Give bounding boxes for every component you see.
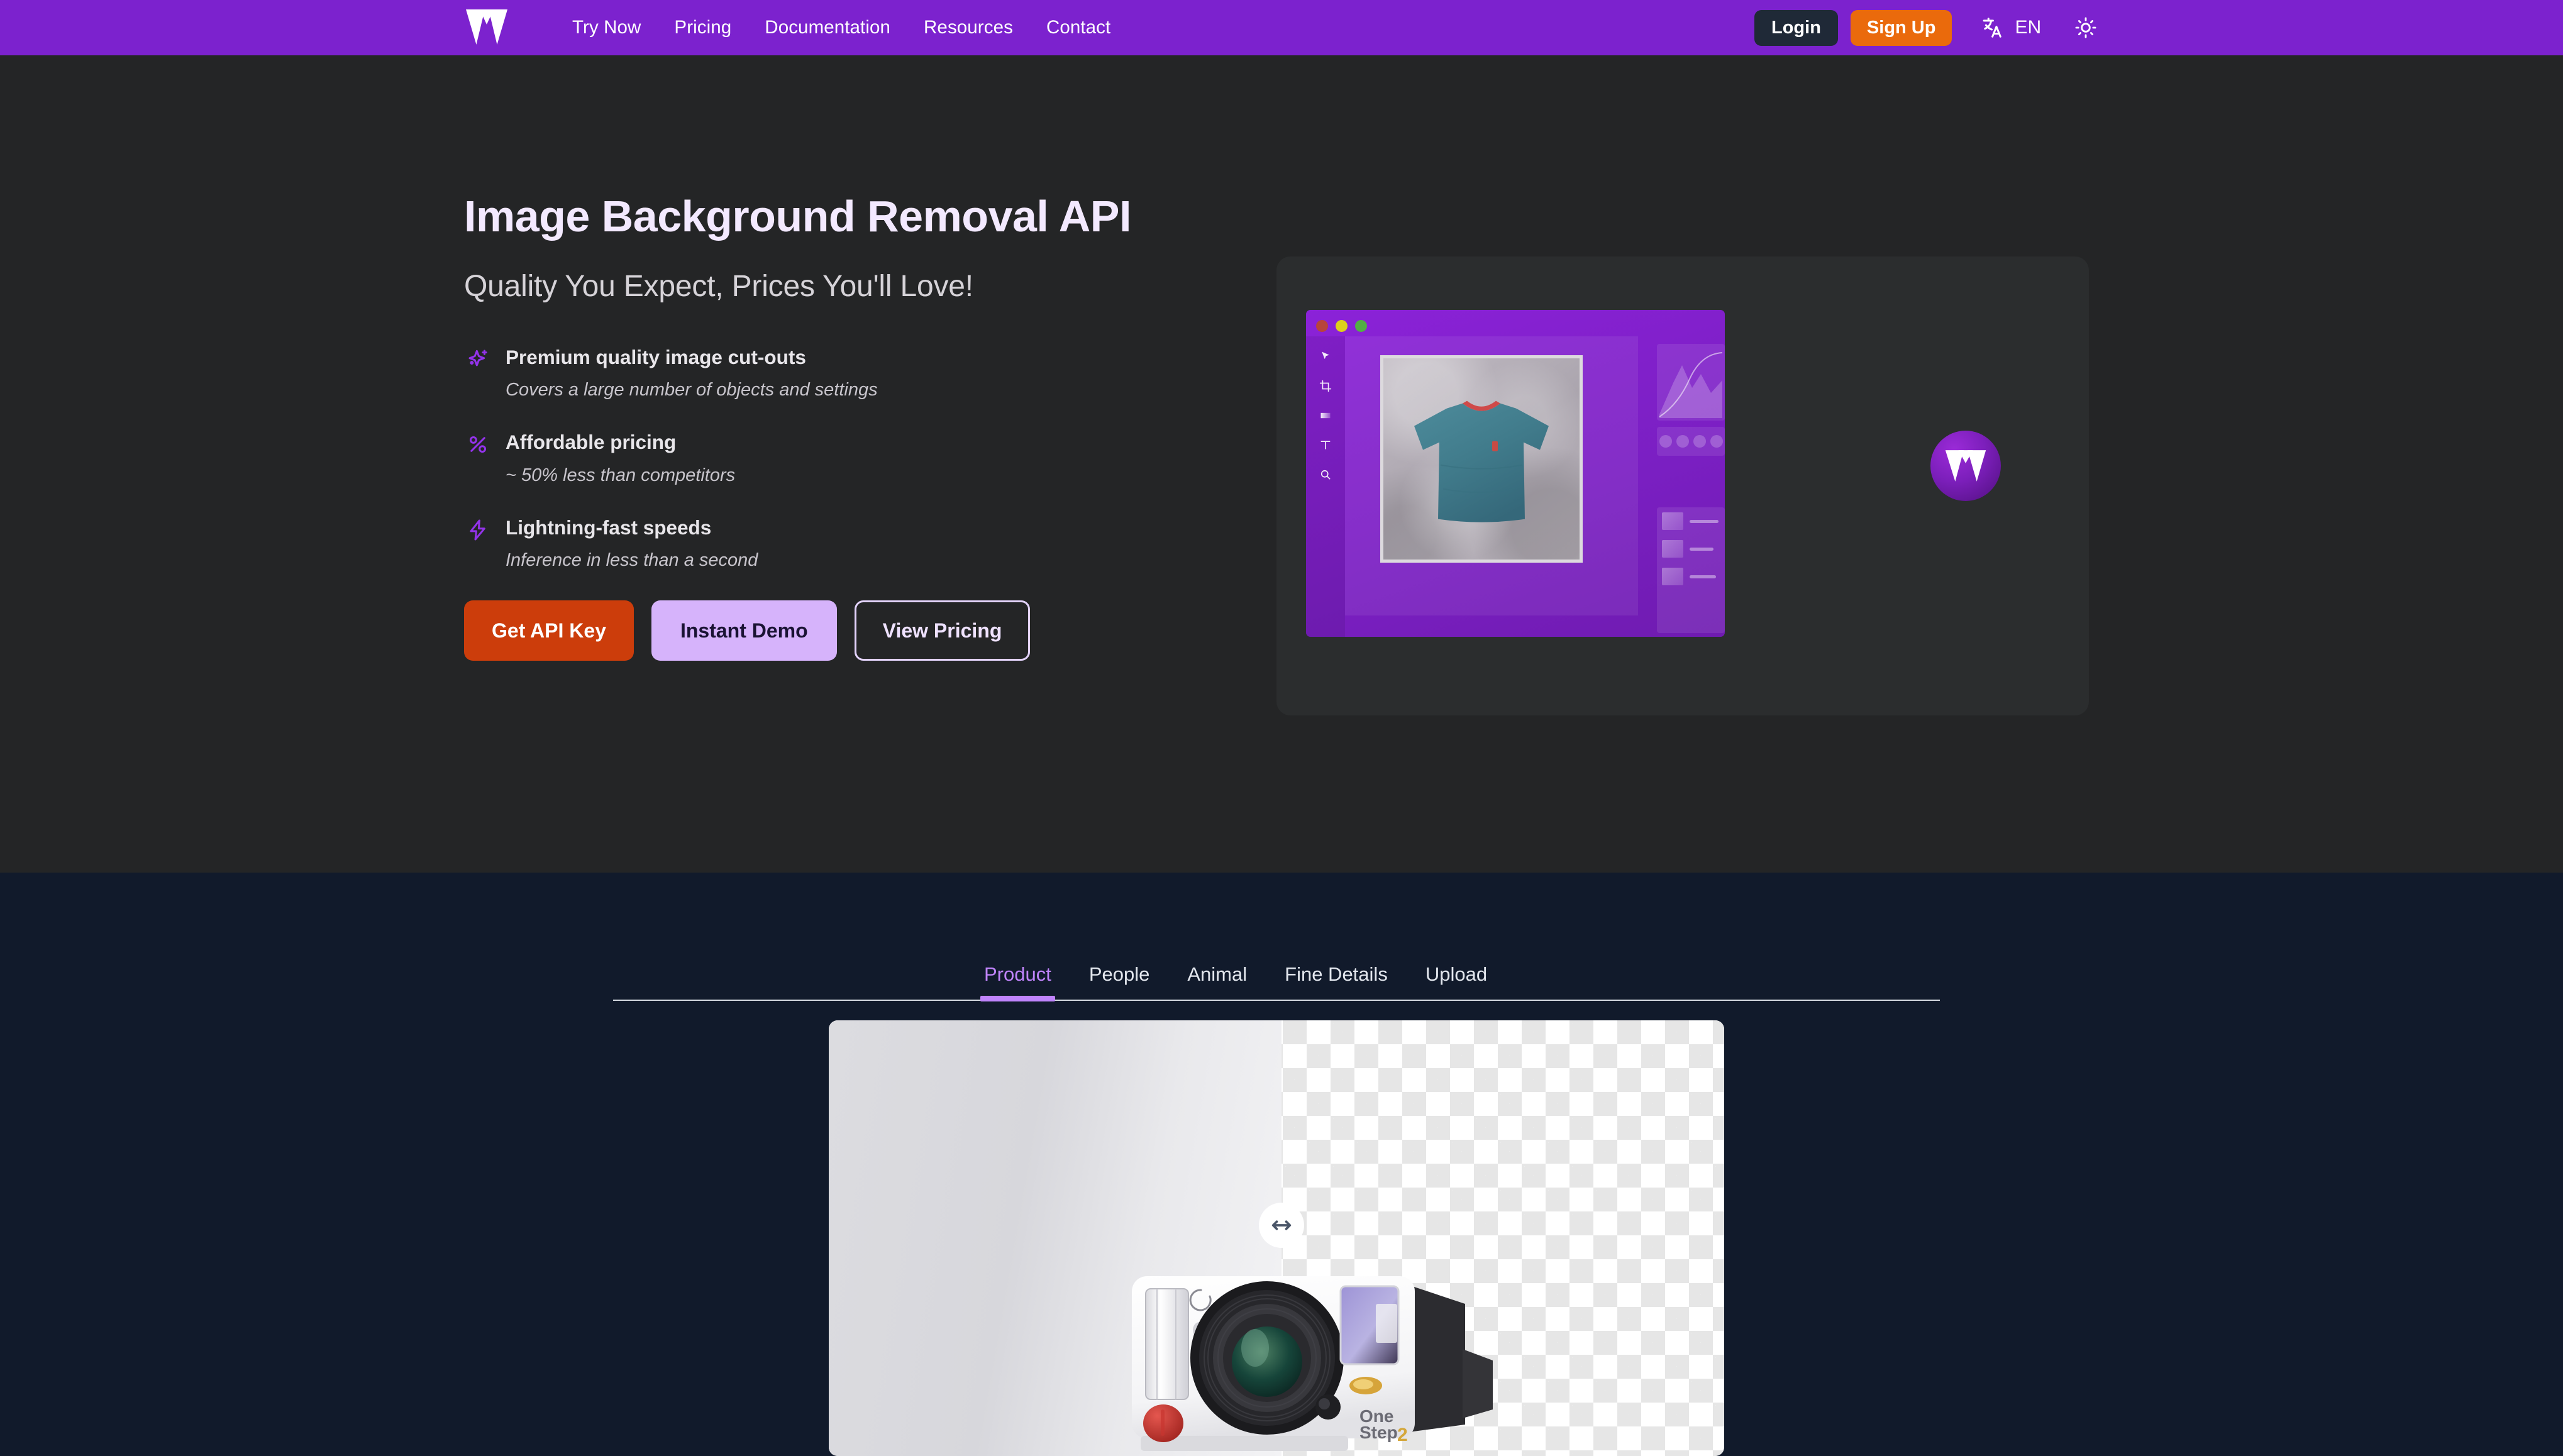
side-panel-icon-row (1657, 427, 1725, 456)
w-logo-icon (466, 9, 507, 45)
demo-section: Product People Animal Fine Details Uploa… (0, 873, 2563, 1456)
tshirt-graphic (1414, 400, 1549, 522)
translate-icon (1983, 18, 2002, 38)
language-switcher[interactable]: EN (1982, 16, 2041, 40)
editor-side-panel (1646, 336, 1725, 637)
label-placeholder (1690, 547, 1713, 551)
close-icon (1316, 320, 1328, 332)
hero-subtitle: Quality You Expect, Prices You'll Love! (464, 269, 973, 303)
tab-fine-details[interactable]: Fine Details (1285, 963, 1388, 1000)
tab-people[interactable]: People (1089, 963, 1150, 1000)
sparkles-icon (464, 348, 492, 373)
thumbnail (1662, 540, 1683, 558)
gear-icon[interactable] (1693, 435, 1706, 448)
camera-brand-line2: Step (1359, 1423, 1398, 1442)
cursor-icon (1319, 350, 1332, 366)
text-icon (1319, 439, 1332, 455)
hero-illustration-panel (1276, 256, 2089, 715)
nav-link-resources[interactable]: Resources (924, 17, 1013, 38)
theme-toggle-button[interactable] (2074, 16, 2098, 40)
list-item (1662, 540, 1720, 558)
mock-editor-window (1306, 310, 1725, 637)
nav-actions: Login Sign Up EN (1754, 9, 2563, 46)
login-button[interactable]: Login (1754, 9, 1838, 46)
cta-button-row: Get API Key Instant Demo View Pricing (464, 600, 1187, 661)
label-placeholder (1690, 519, 1719, 523)
feature-list: Premium quality image cut-outs Covers a … (464, 345, 1187, 572)
demo-tab-bar: Product People Animal Fine Details Uploa… (613, 940, 1940, 1001)
feature-item-affordable-pricing: Affordable pricing ~ 50% less than compe… (464, 430, 1187, 487)
canvas-image-tshirt (1380, 355, 1583, 563)
instant-demo-button[interactable]: Instant Demo (651, 600, 837, 661)
feature-title: Affordable pricing (506, 431, 677, 454)
language-code: EN (2015, 17, 2042, 38)
crop-icon (1319, 380, 1332, 395)
view-pricing-button[interactable]: View Pricing (854, 600, 1031, 661)
search-icon (1319, 468, 1332, 484)
layers-icon (1319, 409, 1332, 425)
feature-desc: ~ 50% less than competitors (506, 465, 736, 485)
droplet-icon[interactable] (1676, 435, 1689, 448)
list-item (1662, 512, 1720, 530)
percent-icon (464, 433, 492, 456)
tab-animal[interactable]: Animal (1187, 963, 1247, 1000)
brand-logo-badge (1930, 431, 2001, 501)
tab-product[interactable]: Product (980, 963, 1055, 1001)
editor-canvas (1345, 336, 1638, 615)
top-navbar: Try Now Pricing Documentation Resources … (0, 0, 2563, 55)
sun-icon (2075, 17, 2096, 38)
feature-title: Lightning-fast speeds (506, 516, 712, 539)
feature-desc: Covers a large number of objects and set… (506, 379, 878, 400)
tab-upload[interactable]: Upload (1425, 963, 1487, 1000)
before-after-comparison[interactable]: One Step 2 (829, 1020, 1724, 1456)
minimize-icon (1336, 320, 1348, 332)
page-title: Image Background Removal API (464, 192, 1131, 241)
label-placeholder (1690, 575, 1716, 578)
signup-button[interactable]: Sign Up (1850, 9, 1952, 46)
get-api-key-button[interactable]: Get API Key (464, 600, 634, 661)
editor-toolbar (1306, 336, 1345, 637)
nav-links: Try Now Pricing Documentation Resources … (572, 17, 1110, 38)
nav-link-contact[interactable]: Contact (1046, 17, 1110, 38)
lightning-bolt-icon (464, 518, 492, 542)
feature-desc: Inference in less than a second (506, 550, 758, 571)
w-logo-icon (1945, 450, 1986, 482)
polaroid-camera-image: One Step 2 (1113, 1267, 1515, 1456)
side-panel-chart (1657, 344, 1725, 421)
pause-icon[interactable] (1659, 435, 1672, 448)
trend-icon[interactable] (1710, 435, 1723, 448)
list-item (1662, 568, 1720, 585)
comparison-slider-handle[interactable] (1259, 1203, 1304, 1248)
camera-brand-suffix: 2 (1397, 1425, 1408, 1445)
feature-title: Premium quality image cut-outs (506, 345, 806, 368)
feature-item-lightning-speeds: Lightning-fast speeds Inference in less … (464, 516, 1187, 572)
horizontal-resize-arrow-icon (1271, 1220, 1292, 1230)
feature-item-premium-quality: Premium quality image cut-outs Covers a … (464, 345, 1187, 402)
hero-section: Image Background Removal API Quality You… (0, 55, 2563, 873)
hero-copy: Image Background Removal API Quality You… (464, 192, 1187, 661)
side-panel-list (1657, 507, 1725, 633)
nav-link-pricing[interactable]: Pricing (674, 17, 731, 38)
nav-link-try-now[interactable]: Try Now (572, 17, 641, 38)
window-traffic-lights (1316, 320, 1367, 332)
thumbnail (1662, 568, 1683, 585)
maximize-icon (1355, 320, 1367, 332)
nav-link-documentation[interactable]: Documentation (765, 17, 890, 38)
brand-logo[interactable] (458, 5, 516, 50)
thumbnail (1662, 512, 1683, 530)
